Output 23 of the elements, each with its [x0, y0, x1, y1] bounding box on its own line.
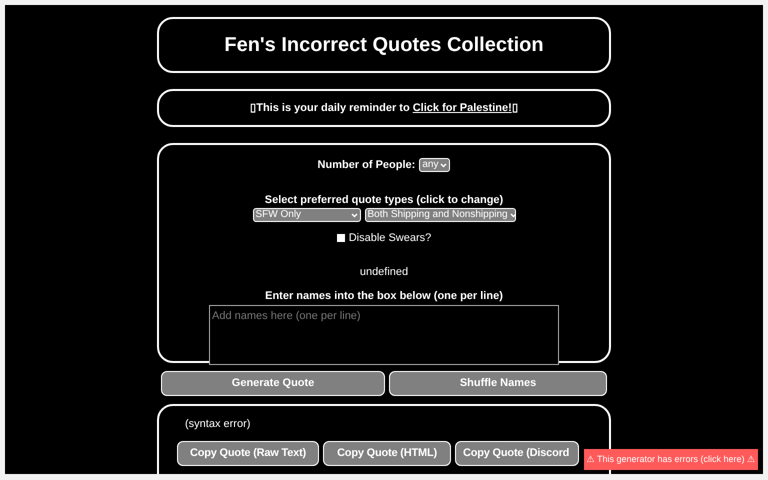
copy-button[interactable]: Copy Quote (HTML) — [323, 440, 451, 466]
status-text: undefined — [358, 264, 410, 280]
error-toast[interactable]: ⚠ This generator has errors (click here) ⚠ — [584, 448, 758, 470]
quote-output-text: (syntax error) — [185, 417, 252, 432]
names-label: Enter names into the box below (one per line) — [264, 289, 504, 304]
action-button[interactable]: Generate Quote — [161, 371, 386, 396]
select-dropdown[interactable]: any — [419, 158, 450, 172]
names-field[interactable]: Add names here (one per line) — [209, 304, 559, 364]
select-dropdown[interactable]: Both Shipping and Nonshipping — [364, 208, 516, 222]
action-button[interactable]: Shuffle Names — [389, 371, 608, 396]
swears-label: Disable Swears? — [348, 231, 432, 246]
people-label: Number of People: — [318, 158, 416, 173]
copy-button[interactable]: Copy Quote (Raw Text) — [177, 440, 319, 466]
quote-types-label: Select preferred quote types (click to change) — [264, 192, 504, 208]
select-dropdown[interactable]: SFW Only — [252, 208, 360, 222]
caret-icon — [510, 212, 514, 218]
page-title: Fen's Incorrect Quotes Collection — [223, 33, 545, 58]
caret-icon — [440, 162, 448, 168]
copy-button[interactable]: Copy Quote (Discord — [455, 440, 579, 466]
caret-icon — [350, 212, 358, 218]
swears-checkbox[interactable] — [336, 234, 345, 242]
palestine-link[interactable]: Click for Palestine! — [412, 102, 512, 114]
reminder-text: ▯This is your daily reminder to Click for Palestine!▯ — [250, 100, 518, 116]
